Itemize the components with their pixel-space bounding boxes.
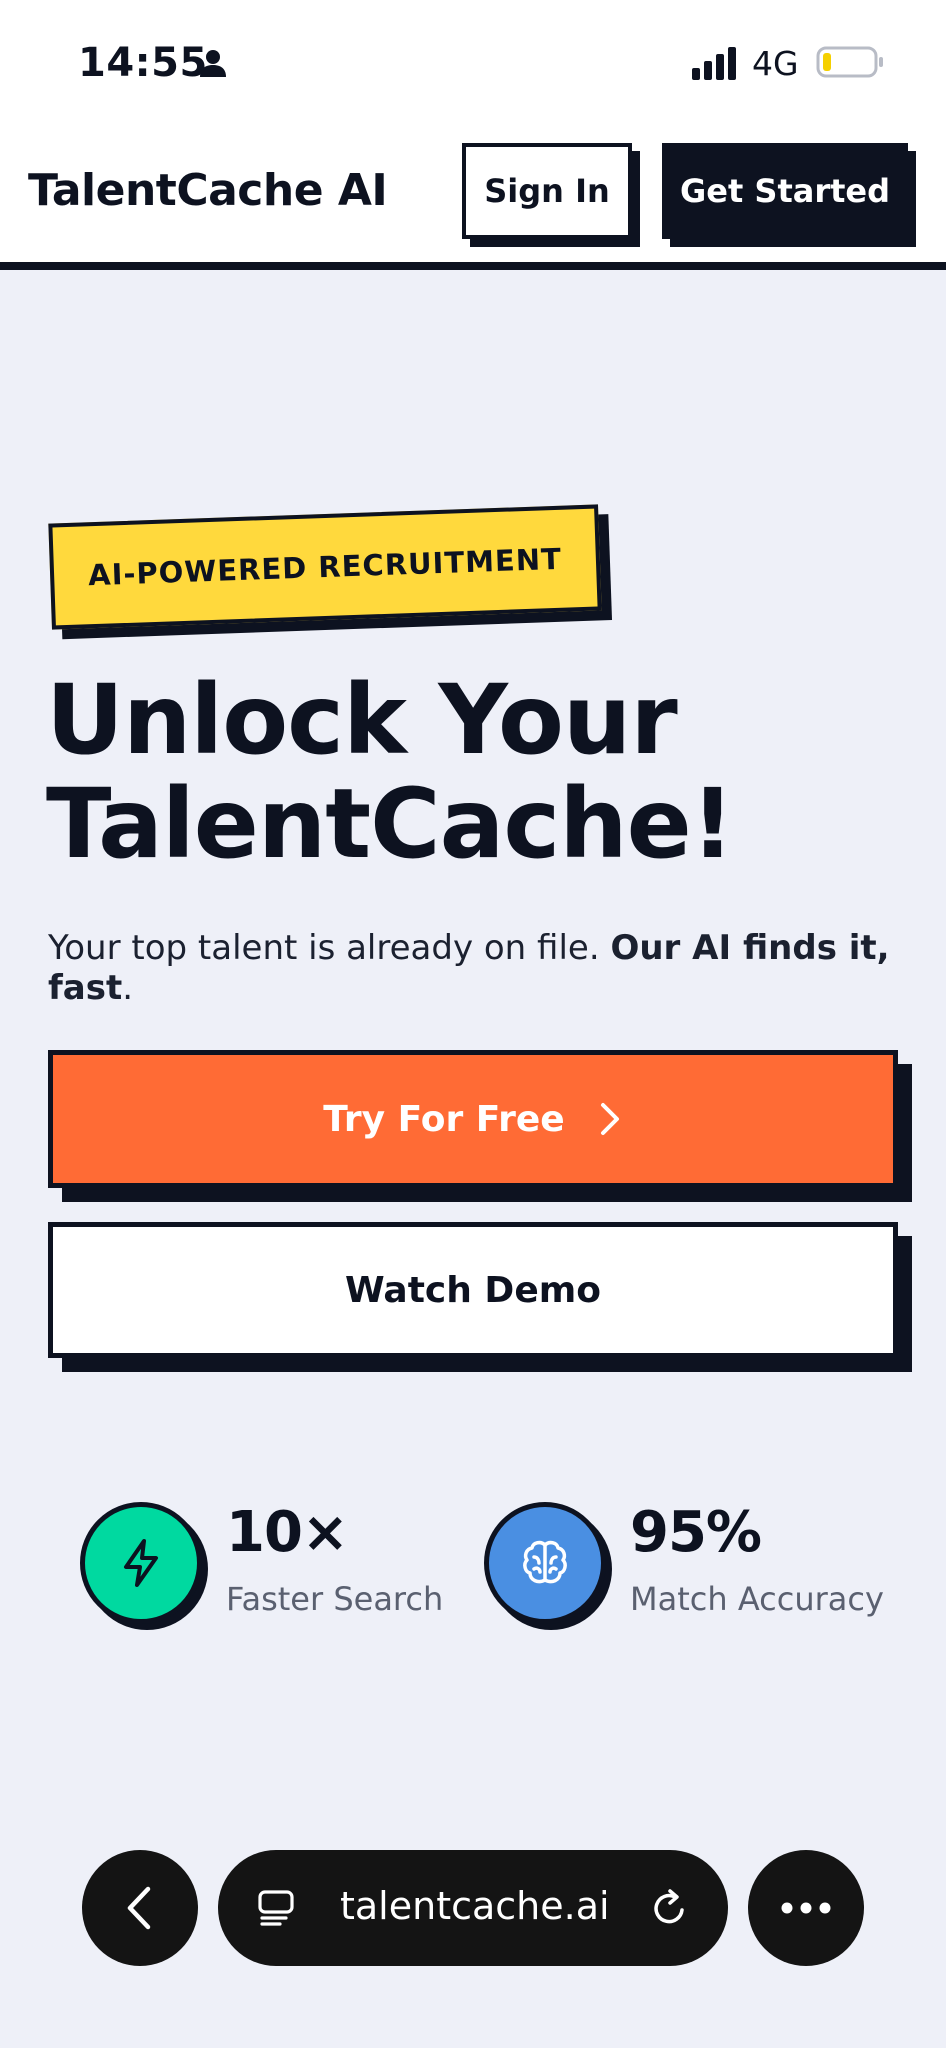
site-header: TalentCache AI Sign In Get Started [0, 125, 946, 270]
person-icon [200, 50, 226, 77]
hero-title-line-1: Unlock Your [46, 664, 678, 776]
watch-demo-label: Watch Demo [345, 1269, 601, 1311]
get-started-button[interactable]: Get Started [662, 143, 908, 239]
browser-back-button[interactable] [82, 1850, 198, 1966]
more-icon [781, 1902, 831, 1914]
signal-icon [692, 47, 736, 80]
stat-match-accuracy: 95% Match Accuracy [484, 1500, 924, 1630]
reload-icon[interactable] [648, 1886, 692, 1930]
watch-demo-button[interactable]: Watch Demo [48, 1222, 898, 1358]
lightning-icon [124, 1539, 158, 1587]
try-for-free-label: Try For Free [323, 1098, 565, 1140]
chevron-right-icon [600, 1103, 619, 1135]
chevron-left-icon [127, 1886, 151, 1930]
stat-icon-circle [80, 1502, 202, 1624]
sign-in-button[interactable]: Sign In [462, 143, 632, 239]
status-bar: 14:55 4G [0, 0, 946, 125]
brand-logo[interactable]: TalentCache AI [28, 165, 388, 216]
brain-icon [523, 1540, 567, 1584]
stat-label: Match Accuracy [630, 1580, 884, 1618]
status-time: 14:55 [78, 40, 208, 86]
stat-value: 10× [226, 1500, 349, 1565]
stat-icon-circle [484, 1502, 606, 1624]
hero-badge: AI-POWERED RECRUITMENT [48, 504, 602, 630]
tabs-icon[interactable] [256, 1888, 296, 1928]
browser-more-button[interactable] [748, 1850, 864, 1966]
stat-value: 95% [630, 1500, 762, 1565]
hero-title-line-2: TalentCache! [46, 768, 735, 880]
hero-title: Unlock Your TalentCache! [46, 668, 906, 876]
try-for-free-button[interactable]: Try For Free [48, 1050, 898, 1188]
stat-label: Faster Search [226, 1580, 444, 1618]
hero-badge-text: AI-POWERED RECRUITMENT [87, 541, 563, 593]
browser-url-bar[interactable]: talentcache.ai [218, 1850, 728, 1966]
network-label: 4G [752, 44, 799, 83]
hero-subtitle: Your top talent is already on file. Our … [48, 928, 928, 1008]
stat-faster-search: 10× Faster Search [80, 1500, 460, 1630]
hero-subtitle-plain: Your top talent is already on file. [48, 928, 611, 968]
hero-subtitle-end: . [122, 968, 134, 1008]
url-text[interactable]: talentcache.ai [340, 1884, 610, 1928]
battery-icon [816, 46, 883, 78]
